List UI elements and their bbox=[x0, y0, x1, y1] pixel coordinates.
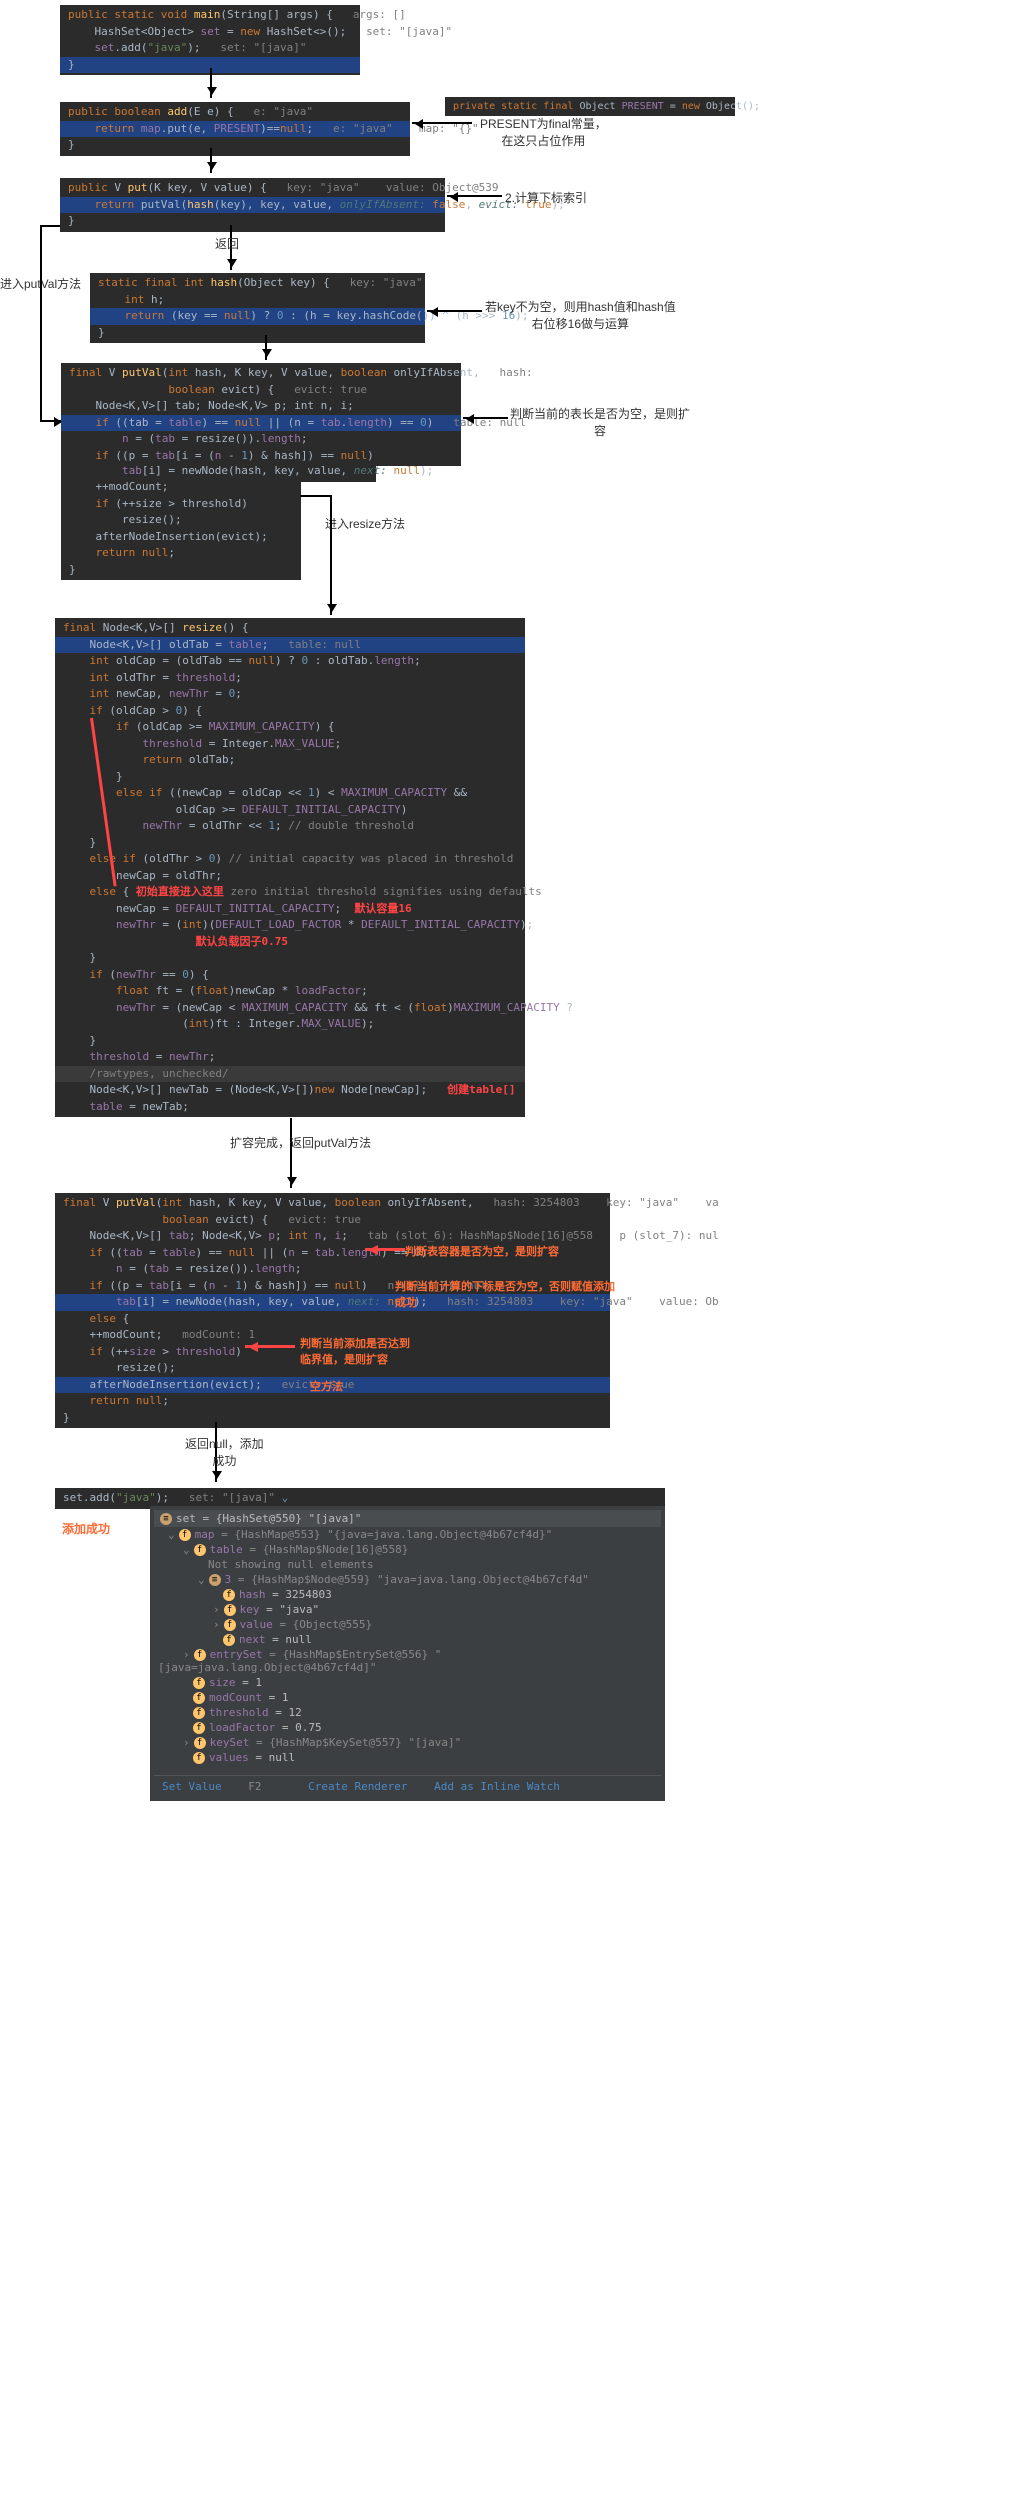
arrow-put bbox=[447, 195, 502, 197]
debug-row-modcount[interactable]: fmodCount = 1 bbox=[154, 1690, 661, 1705]
arrow-down-1 bbox=[210, 68, 212, 98]
debug-row-value[interactable]: ›fvalue = {Object@555} bbox=[154, 1617, 661, 1632]
debug-row-table[interactable]: ⌄ftable = {HashMap$Node[16]@558} bbox=[154, 1542, 661, 1557]
code-add: public boolean add(E e) { e: "java" retu… bbox=[60, 102, 410, 156]
debug-row-values[interactable]: fvalues = null bbox=[154, 1750, 661, 1765]
arrow-present bbox=[412, 122, 472, 124]
ra3 bbox=[245, 1345, 295, 1348]
label-enter-resize: 进入resize方法 bbox=[325, 515, 405, 532]
debug-row-key[interactable]: ›fkey = "java" bbox=[154, 1602, 661, 1617]
arrow-down-4 bbox=[265, 335, 267, 360]
code-hash: static final int hash(Object key) { key:… bbox=[90, 273, 425, 343]
label-return: 返回 bbox=[215, 235, 239, 252]
label-add-success: 添加成功 bbox=[62, 1520, 110, 1537]
l-threshold: 判断当前添加是否达到 临界值，是则扩容 bbox=[300, 1335, 410, 1367]
code-present: private static final Object PRESENT = ne… bbox=[445, 97, 735, 116]
label-compute-index: 2.计算下标索引 bbox=[505, 189, 587, 206]
code-resize: final Node<K,V>[] resize() { Node<K,V>[]… bbox=[55, 618, 525, 1117]
label-hash: 若key不为空，则用hash值和hash值 右位移16做与运算 bbox=[485, 298, 676, 332]
l-check-empty: 判断表容器是否为空，是则扩容 bbox=[405, 1243, 559, 1259]
code-putval1c: ++modCount; if (++size > threshold) resi… bbox=[61, 477, 301, 580]
debug-row-keyset[interactable]: ›fkeySet = {HashMap$KeySet@557} "[java]" bbox=[154, 1735, 661, 1750]
l-empty-method: 空方法 bbox=[310, 1378, 343, 1394]
label-present: PRESENT为final常量， 在这只占位作用 bbox=[480, 115, 607, 149]
btn-create-renderer[interactable]: Create Renderer bbox=[308, 1780, 407, 1793]
arrow-enter-resize bbox=[330, 495, 332, 615]
debug-row-entryset[interactable]: ›fentrySet = {HashMap$EntrySet@556} "[ja… bbox=[154, 1647, 661, 1675]
code-main: public static void main(String[] args) {… bbox=[60, 5, 360, 75]
l-add-ok: 判断当前计算的下标是否为空，否则赋值添加 成功 bbox=[395, 1278, 615, 1310]
debug-footer: Set Value F2 Create Renderer Add as Inli… bbox=[154, 1775, 661, 1797]
debug-panel: ≡set = {HashSet@550} "[java]" ⌄fmap = {H… bbox=[150, 1506, 665, 1801]
arrow-putval1 bbox=[463, 417, 508, 419]
arrow-down-2 bbox=[210, 148, 212, 173]
debug-row-map[interactable]: ⌄fmap = {HashMap@553} "{java=java.lang.O… bbox=[154, 1527, 661, 1542]
debug-row-notnull: Not showing null elements bbox=[154, 1557, 661, 1572]
debug-row-hash[interactable]: fhash = 3254803 bbox=[154, 1587, 661, 1602]
label-return-null: 返回null，添加 成功 bbox=[185, 1435, 264, 1469]
debug-row-size[interactable]: fsize = 1 bbox=[154, 1675, 661, 1690]
code-putval1: final V putVal(int hash, K key, V value,… bbox=[61, 363, 461, 466]
arrow-resize-done bbox=[290, 1118, 292, 1188]
debug-row-loadfactor[interactable]: floadFactor = 0.75 bbox=[154, 1720, 661, 1735]
debug-header: ≡set = {HashSet@550} "[java]" bbox=[154, 1510, 661, 1527]
debug-row-3[interactable]: ⌄≡3 = {HashMap$Node@559} "java=java.lang… bbox=[154, 1572, 661, 1587]
code-put: public V put(K key, V value) { key: "jav… bbox=[60, 178, 445, 232]
arrow-hash bbox=[427, 310, 482, 312]
debug-row-next[interactable]: fnext = null bbox=[154, 1632, 661, 1647]
ra1 bbox=[365, 1248, 405, 1251]
label-resize-done: 扩容完成，返回putVal方法 bbox=[230, 1134, 371, 1151]
debug-row-threshold[interactable]: fthreshold = 12 bbox=[154, 1705, 661, 1720]
btn-add-inline-watch[interactable]: Add as Inline Watch bbox=[434, 1780, 560, 1793]
label-table-empty: 判断当前的表长是否为空，是则扩 容 bbox=[510, 405, 690, 439]
btn-set-value[interactable]: Set Value F2 bbox=[162, 1780, 281, 1793]
